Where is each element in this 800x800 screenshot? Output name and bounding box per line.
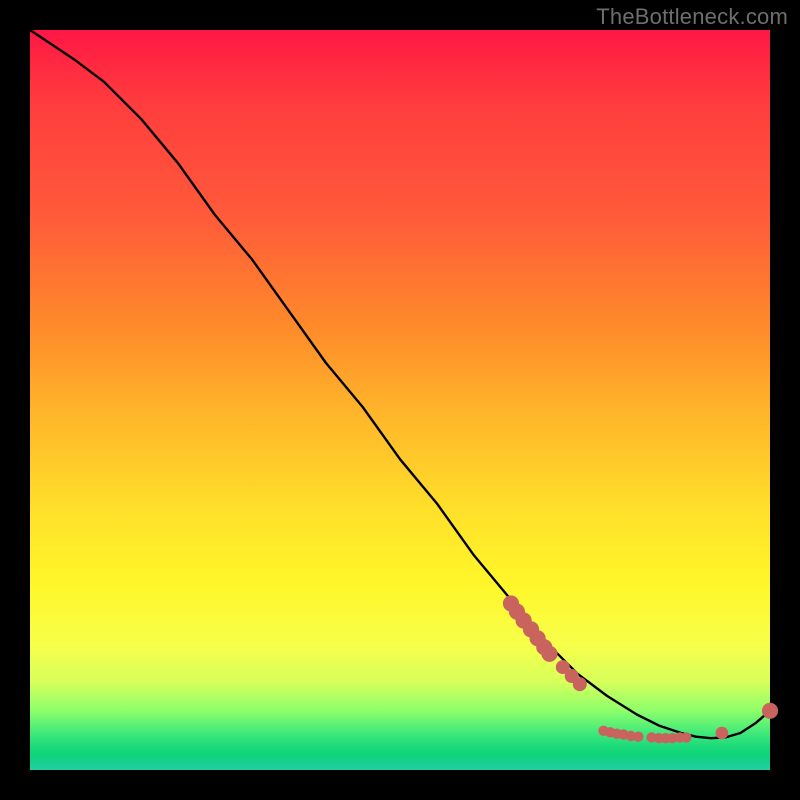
data-point xyxy=(681,732,691,742)
curve-svg xyxy=(30,30,770,770)
data-point xyxy=(573,677,587,691)
data-point xyxy=(716,727,729,740)
plot-area xyxy=(30,30,770,770)
data-point xyxy=(633,732,643,742)
data-points xyxy=(503,595,778,743)
chart-frame: TheBottleneck.com xyxy=(0,0,800,800)
data-point xyxy=(541,646,557,662)
attribution-text: TheBottleneck.com xyxy=(596,4,788,30)
data-point xyxy=(762,703,778,719)
bottleneck-curve xyxy=(30,30,770,738)
